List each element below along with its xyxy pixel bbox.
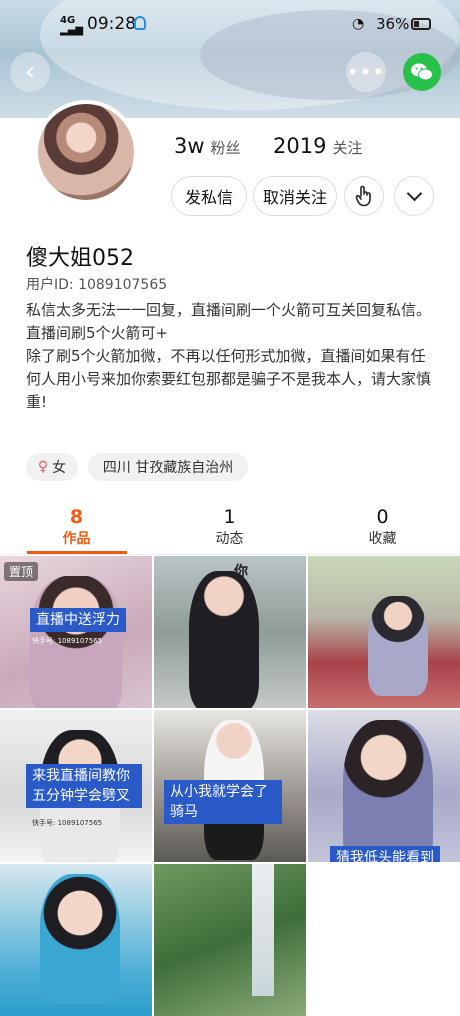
back-button[interactable]: ‹ <box>10 52 50 92</box>
video-caption: 直播中送浮力 <box>30 608 126 632</box>
video-thumbnail[interactable]: 来我直播间教你 五分钟学会劈叉 快手号: 1089107565 <box>0 710 152 862</box>
following-stat[interactable]: 2019 关注 <box>273 134 362 158</box>
bio-line: 直播间刷5个火箭可+ <box>26 324 169 342</box>
female-icon: ♀ <box>37 459 49 475</box>
wifi-icon: ◔ <box>352 16 365 32</box>
video-caption: 从小我就学会了 骑马 <box>164 780 282 824</box>
more-dots-icon: ••• <box>346 60 386 84</box>
user-id[interactable]: 用户ID: 1089107565 <box>26 274 167 294</box>
pinned-badge: 置顶 <box>4 562 39 581</box>
video-watermark: 快手号: 1089107565 <box>32 637 103 645</box>
send-message-button[interactable]: 发私信 <box>171 176 247 216</box>
tab-moments[interactable]: 1 动态 <box>153 505 306 549</box>
gender-tag: ♀ 女 <box>26 453 78 481</box>
more-button[interactable]: ••• <box>346 52 386 92</box>
tab-moments-label: 动态 <box>215 531 244 547</box>
video-grid: 置顶 直播中送浮力 快手号: 1089107565 你 来我直播间教你 五分钟学… <box>0 556 460 1016</box>
location-tag: 四川 甘孜藏族自治州 <box>88 453 248 481</box>
chevron-down-icon <box>406 185 422 202</box>
tab-works-label: 作品 <box>62 531 91 547</box>
divider <box>0 554 460 555</box>
video-caption: 你 <box>234 564 248 580</box>
video-thumbnail[interactable]: 从小我就学会了 骑马 <box>154 710 306 862</box>
video-grid-empty <box>308 864 460 1016</box>
tab-works[interactable]: 8 作品 <box>0 505 153 549</box>
tab-moments-count: 1 <box>223 506 236 528</box>
signal-icon: 4G ▂▄▆ <box>60 15 84 36</box>
tab-favorites[interactable]: 0 收藏 <box>306 505 459 549</box>
video-caption: 来我直播间教你 五分钟学会劈叉 <box>26 764 142 808</box>
chevron-left-icon: ‹ <box>24 57 36 87</box>
video-caption: 猜我低头能看到 <box>330 846 440 862</box>
fans-label: 粉丝 <box>210 139 241 157</box>
video-watermark: 快手号: 1089107565 <box>32 819 103 827</box>
profile-bio: 私信太多无法一一回复，直播间刷一个火箭可互关回复私信。 直播间刷5个火箭可+ 除… <box>26 299 440 414</box>
fans-count: 3w <box>174 134 205 158</box>
tab-works-count: 8 <box>69 506 84 528</box>
tab-favorites-label: 收藏 <box>368 531 397 547</box>
wechat-icon <box>411 63 433 81</box>
bio-line: 私信太多无法一一回复，直播间刷一个火箭可互关回复私信。 <box>26 301 432 319</box>
gender-label: 女 <box>52 460 67 476</box>
status-time: 09:28 <box>87 14 136 34</box>
bio-line: 除了刷5个火箭加微，不再以任何形式加微，直播间如果有任何人用小号来加你索要红包那… <box>26 347 432 411</box>
notification-icon <box>134 16 146 30</box>
avatar[interactable] <box>34 100 138 204</box>
hand-pointer-icon <box>355 185 371 207</box>
tab-favorites-count: 0 <box>376 506 389 528</box>
battery-percent: 36% <box>376 15 410 33</box>
gesture-button[interactable] <box>344 176 384 216</box>
video-thumbnail[interactable]: 置顶 直播中送浮力 快手号: 1089107565 <box>0 556 152 708</box>
profile-name: 傻大姐052 <box>26 246 134 271</box>
fans-stat[interactable]: 3w 粉丝 <box>174 134 241 158</box>
video-thumbnail[interactable] <box>308 556 460 708</box>
following-count: 2019 <box>273 134 327 158</box>
following-label: 关注 <box>332 139 363 157</box>
video-thumbnail[interactable] <box>0 864 152 1016</box>
battery-icon <box>411 18 431 30</box>
video-thumbnail[interactable]: 你 <box>154 556 306 708</box>
status-bar: 4G ▂▄▆ 09:28 ◔ 36% <box>0 0 460 50</box>
unfollow-button[interactable]: 取消关注 <box>253 176 337 216</box>
expand-button[interactable] <box>394 176 434 216</box>
wechat-button[interactable] <box>403 53 441 91</box>
video-thumbnail[interactable] <box>154 864 306 1016</box>
video-thumbnail[interactable]: 猜我低头能看到 <box>308 710 460 862</box>
